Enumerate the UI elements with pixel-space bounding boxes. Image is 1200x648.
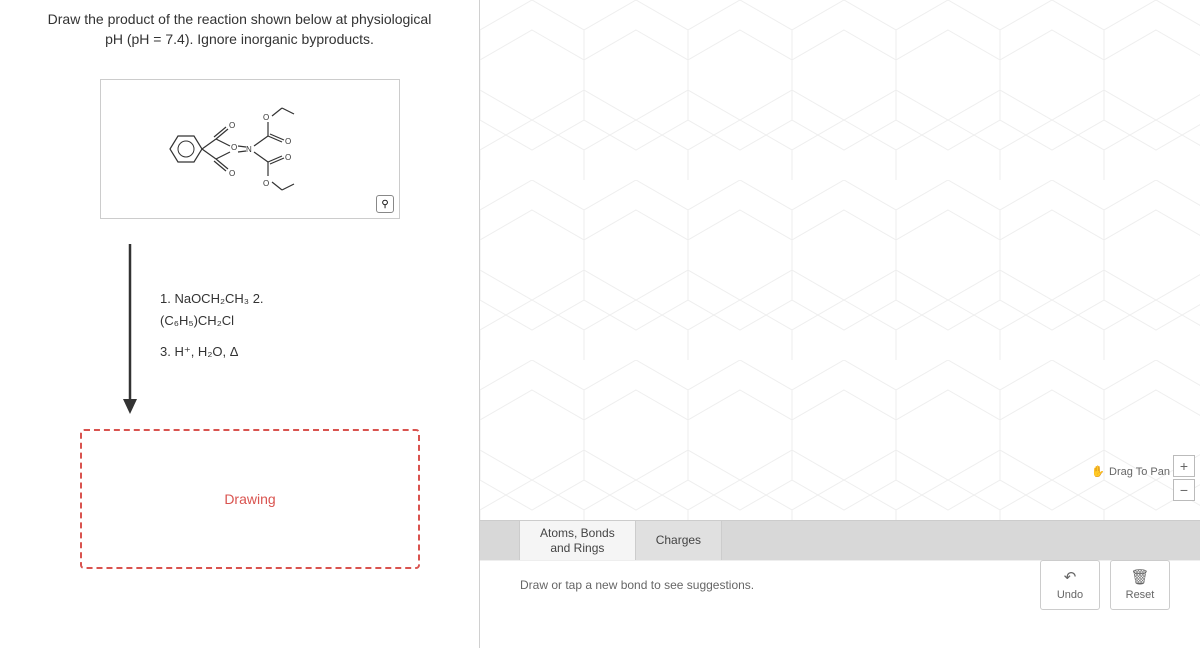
magnify-icon: ⚲ — [381, 199, 388, 210]
hint-text: Draw or tap a new bond to see suggestion… — [520, 578, 1040, 592]
undo-button[interactable]: ↶ Undo — [1040, 560, 1100, 610]
drawing-answer-box[interactable]: Drawing — [80, 429, 420, 569]
reaction-arrow — [120, 239, 140, 419]
svg-text:O: O — [231, 143, 237, 152]
zoom-in-button[interactable]: + — [1173, 455, 1195, 477]
reagent-conditions: 1. NaOCH₂CH₃ 2. (C₆H₅)CH₂Cl 3. H⁺, H₂O, … — [160, 289, 264, 364]
reagent-step-2: (C₆H₅)CH₂Cl — [160, 311, 264, 331]
hexagonal-grid[interactable] — [480, 0, 1200, 520]
drawing-canvas-panel: ✋ Drag To Pan + − Atoms, Bonds and Rings… — [480, 0, 1200, 648]
svg-text:N: N — [246, 145, 252, 154]
question-line-1: Draw the product of the reaction shown b… — [48, 11, 432, 27]
tab-atoms-bonds[interactable]: Atoms, Bonds and Rings — [520, 521, 636, 560]
zoom-structure-button[interactable]: ⚲ — [376, 195, 394, 213]
hand-icon: ✋ — [1091, 465, 1105, 478]
svg-text:O: O — [285, 153, 291, 162]
svg-text:O: O — [263, 179, 269, 188]
undo-icon: ↶ — [1064, 568, 1077, 586]
tool-tabs: Atoms, Bonds and Rings Charges — [480, 520, 1200, 560]
starting-material-box: O O O N — [100, 79, 400, 219]
reset-button[interactable]: 🗑 Reset — [1110, 560, 1170, 610]
question-panel: Draw the product of the reaction shown b… — [0, 0, 480, 648]
zoom-controls: + − — [1173, 455, 1195, 501]
svg-text:O: O — [263, 113, 269, 122]
svg-text:O: O — [285, 137, 291, 146]
question-text: Draw the product of the reaction shown b… — [20, 10, 459, 49]
drawing-label: Drawing — [224, 491, 275, 507]
tab-charges[interactable]: Charges — [636, 521, 722, 560]
drag-to-pan-label: ✋ Drag To Pan — [1091, 465, 1170, 478]
zoom-out-button[interactable]: − — [1173, 479, 1195, 501]
reagent-step-3: 3. H⁺, H₂O, Δ — [160, 342, 264, 362]
reagent-step-1: 1. NaOCH₂CH₃ 2. — [160, 289, 264, 309]
bottom-toolbar: Atoms, Bonds and Rings Charges Draw or t… — [480, 520, 1200, 648]
question-line-2: pH (pH = 7.4). Ignore inorganic byproduc… — [105, 31, 374, 47]
svg-text:O: O — [229, 121, 235, 130]
molecule-structure: O O O N — [150, 94, 350, 204]
trash-icon: 🗑 — [1130, 568, 1149, 586]
svg-text:O: O — [229, 169, 235, 178]
